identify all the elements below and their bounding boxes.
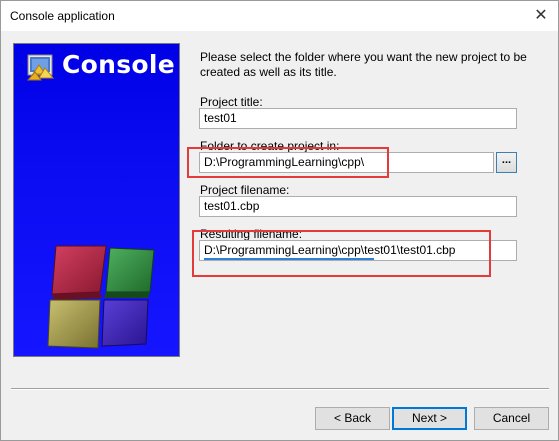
cancel-button[interactable]: Cancel — [474, 407, 549, 430]
banner-title: Console — [62, 50, 176, 79]
cube-blocks-graphic — [47, 245, 155, 349]
codeblocks-logo-icon — [26, 54, 55, 81]
project-title-label: Project title: — [200, 95, 263, 109]
resulting-filename-input[interactable]: D:\ProgrammingLearning\cpp\test01\test01… — [199, 240, 517, 261]
project-title-input[interactable]: test01 — [199, 108, 517, 129]
close-icon[interactable]: ✕ — [524, 1, 558, 31]
console-application-dialog: Console application ✕ Console Please sel… — [0, 0, 559, 441]
folder-label: Folder to create project in: — [200, 139, 340, 153]
project-filename-label: Project filename: — [200, 183, 290, 197]
resulting-filename-label: Resulting filename: — [200, 227, 303, 241]
instructions-text: Please select the folder where you want … — [200, 50, 527, 79]
wizard-banner: Console — [13, 43, 180, 357]
folder-input[interactable]: D:\ProgrammingLearning\cpp\ — [199, 152, 494, 173]
back-button[interactable]: < Back — [315, 407, 390, 430]
project-filename-input[interactable]: test01.cbp — [199, 196, 517, 217]
next-button[interactable]: Next > — [392, 407, 467, 430]
browse-folder-button[interactable]: ... — [496, 152, 517, 173]
window-title: Console application — [10, 9, 115, 23]
button-separator — [11, 388, 549, 390]
title-bar[interactable]: Console application ✕ — [1, 1, 558, 31]
